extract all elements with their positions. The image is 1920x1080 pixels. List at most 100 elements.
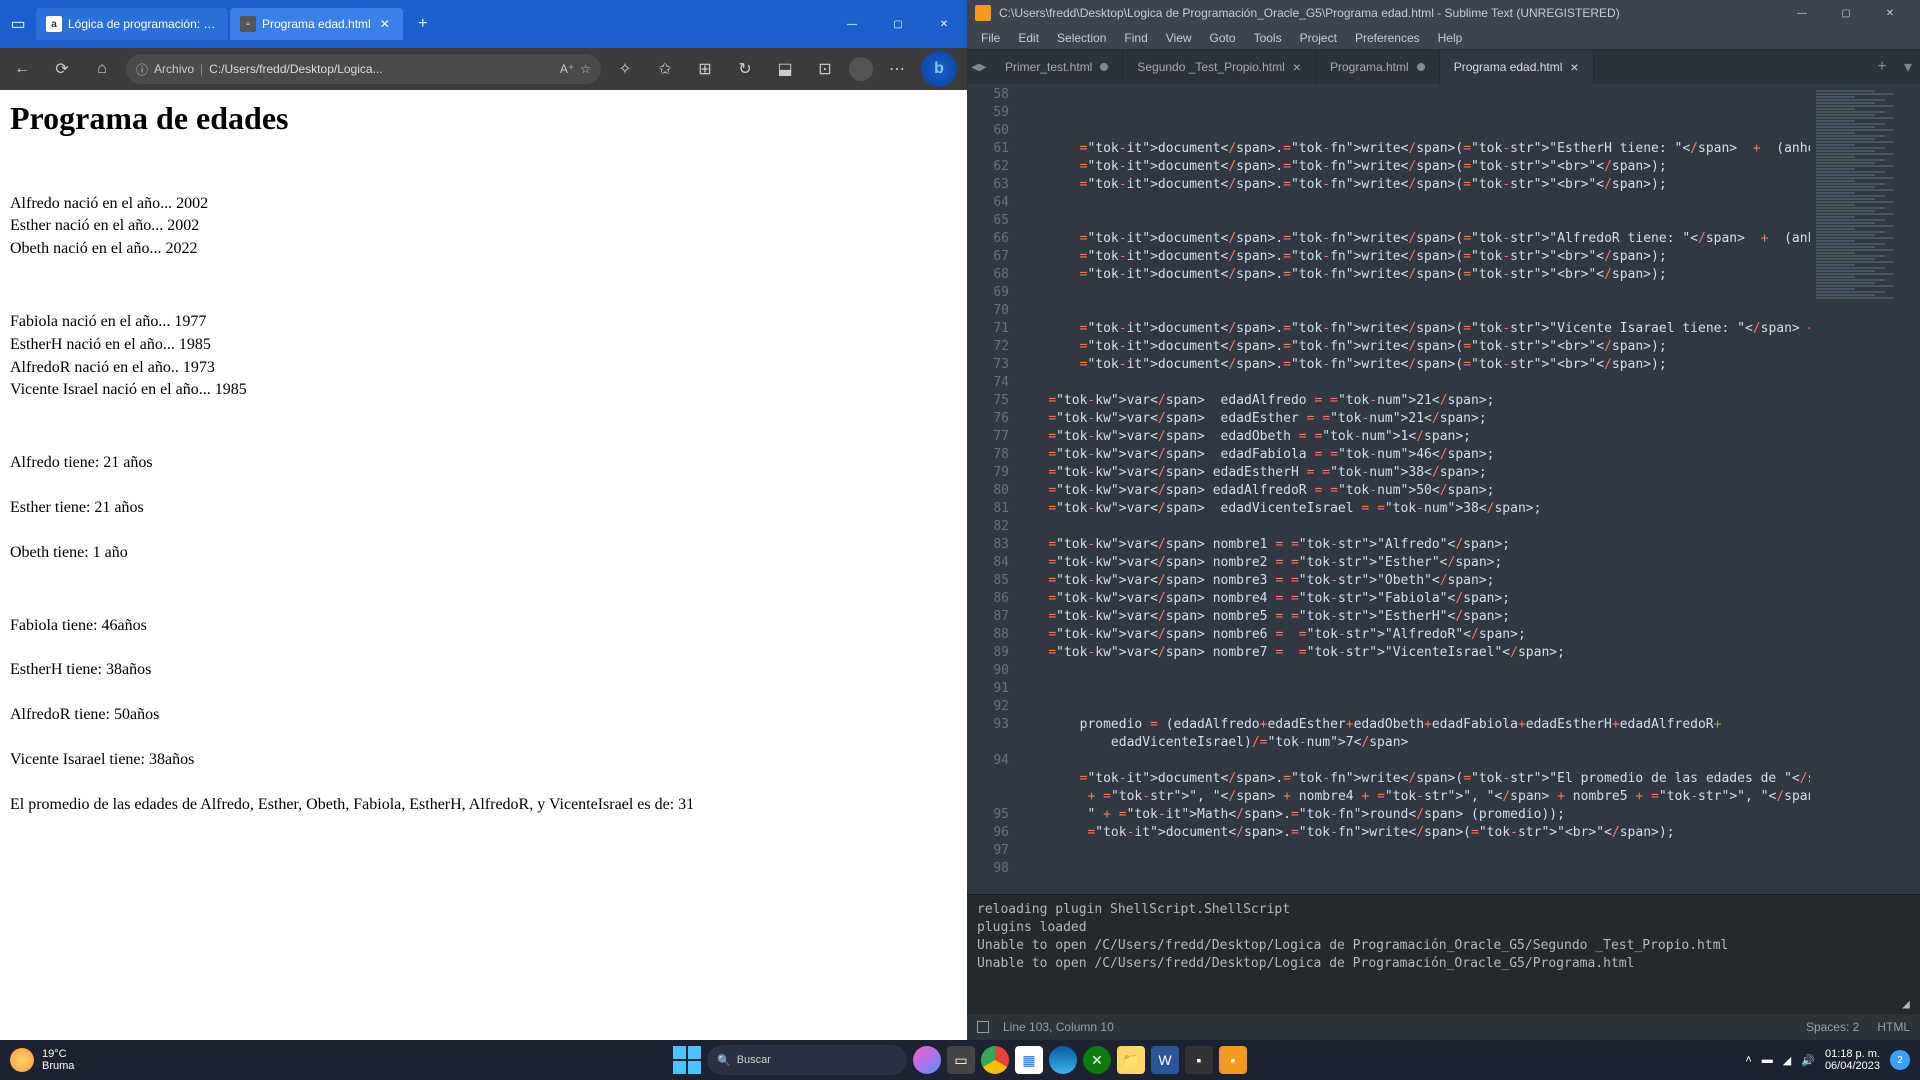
address-bar[interactable]: ⓘ Archivo | C:/Users/fredd/Desktop/Logic… bbox=[126, 54, 601, 84]
tab-label: Lógica de programación: Primer bbox=[68, 17, 218, 31]
read-aloud-icon[interactable]: A⁺ bbox=[560, 62, 574, 76]
tab-label: Programa.html bbox=[1330, 60, 1409, 74]
more-icon[interactable]: ⋯ bbox=[881, 53, 913, 85]
notification-badge[interactable]: 2 bbox=[1890, 1050, 1910, 1070]
sublime-window: C:\Users\fredd\Desktop\Logica de Program… bbox=[967, 0, 1920, 1040]
collections-icon[interactable]: ⊞ bbox=[689, 53, 721, 85]
text-line: EstherH tiene: 38años bbox=[10, 660, 957, 681]
new-tab-button[interactable]: + bbox=[409, 10, 437, 38]
close-icon[interactable]: × bbox=[1570, 59, 1578, 75]
console-line: Unable to open /C/Users/fredd/Desktop/Lo… bbox=[977, 955, 1910, 973]
favorites-icon[interactable]: ✩ bbox=[649, 53, 681, 85]
start-button[interactable] bbox=[673, 1046, 701, 1074]
syntax-status[interactable]: HTML bbox=[1877, 1020, 1910, 1034]
tab-nav-left[interactable]: ◀▶ bbox=[967, 50, 991, 84]
menu-tools[interactable]: Tools bbox=[1246, 29, 1290, 47]
console-line: reloading plugin ShellScript.ShellScript bbox=[977, 901, 1910, 919]
close-icon[interactable]: × bbox=[1293, 59, 1301, 75]
browser-tab-1[interactable]: a Lógica de programación: Primer bbox=[36, 8, 228, 40]
app-icon[interactable]: ▪ bbox=[1185, 1046, 1213, 1074]
line-gutter: 5859606162636465666768697071727374757677… bbox=[967, 84, 1017, 894]
menu-find[interactable]: Find bbox=[1116, 29, 1155, 47]
close-button[interactable]: ✕ bbox=[1868, 1, 1912, 25]
text-line: Obeth nació en el año... 2022 bbox=[10, 239, 957, 260]
minimap[interactable] bbox=[1810, 84, 1920, 894]
weather-widget[interactable]: 19°C Bruma bbox=[10, 1048, 74, 1072]
extensions-icon[interactable]: ✧ bbox=[609, 53, 641, 85]
menu-edit[interactable]: Edit bbox=[1010, 29, 1047, 47]
console-line: plugins loaded bbox=[977, 919, 1910, 937]
file-tab[interactable]: Primer_test.html bbox=[991, 50, 1123, 84]
apps-icon[interactable]: ⊡ bbox=[809, 53, 841, 85]
text-line: Esther nació en el año... 2002 bbox=[10, 216, 957, 237]
system-tray: ˄ ▬ ◢ 🔊 01:18 p. m. 06/04/2023 2 bbox=[1745, 1048, 1910, 1072]
text-line: Vicente Israel nació en el año... 1985 bbox=[10, 380, 957, 401]
menu-bar: File Edit Selection Find View Goto Tools… bbox=[967, 26, 1920, 50]
volume-icon[interactable]: 🔊 bbox=[1801, 1054, 1815, 1067]
maximize-button[interactable]: ▢ bbox=[1824, 1, 1868, 25]
maximize-button[interactable]: ▢ bbox=[875, 8, 921, 40]
new-tab-button[interactable]: + bbox=[1868, 50, 1896, 84]
page-title: Programa de edades bbox=[10, 98, 957, 140]
tab-menu-icon[interactable]: ▾ bbox=[1896, 50, 1920, 84]
close-button[interactable]: ✕ bbox=[921, 8, 967, 40]
text-line: Fabiola nació en el año... 1977 bbox=[10, 312, 957, 333]
edge-toolbar: ← ⟳ ⌂ ⓘ Archivo | C:/Users/fredd/Desktop… bbox=[0, 48, 967, 90]
dirty-indicator-icon bbox=[1100, 63, 1108, 71]
text-line: Vicente Isarael tiene: 38años bbox=[10, 750, 957, 771]
scroll-corner-icon[interactable]: ◢ bbox=[1902, 996, 1916, 1010]
text-line: Fabiola tiene: 46años bbox=[10, 616, 957, 637]
home-button[interactable]: ⌂ bbox=[86, 53, 118, 85]
task-view-icon[interactable]: ▭ bbox=[947, 1046, 975, 1074]
wifi-icon[interactable]: ◢ bbox=[1783, 1054, 1791, 1067]
taskbar: 19°C Bruma 🔍 Buscar ▭ ▦ ✕ 📁 W ▪ ▪ ˄ ▬ ◢ … bbox=[0, 1040, 1920, 1080]
url-text: C:/Users/fredd/Desktop/Logica... bbox=[209, 62, 382, 76]
menu-project[interactable]: Project bbox=[1292, 29, 1345, 47]
addr-label: Archivo bbox=[154, 62, 194, 76]
favorite-icon[interactable]: ☆ bbox=[580, 62, 591, 76]
minimize-button[interactable]: — bbox=[1780, 1, 1824, 25]
explorer-icon[interactable]: 📁 bbox=[1117, 1046, 1145, 1074]
back-button[interactable]: ← bbox=[6, 53, 38, 85]
menu-help[interactable]: Help bbox=[1430, 29, 1471, 47]
xbox-icon[interactable]: ✕ bbox=[1083, 1046, 1111, 1074]
indentation-status[interactable]: Spaces: 2 bbox=[1806, 1020, 1859, 1034]
file-tab[interactable]: Segundo _Test_Propio.html × bbox=[1123, 50, 1316, 84]
battery-icon[interactable]: ▬ bbox=[1762, 1054, 1773, 1066]
profile-icon[interactable] bbox=[849, 57, 873, 81]
window-controls: — ▢ ✕ bbox=[1780, 1, 1912, 25]
file-tab-active[interactable]: Programa edad.html × bbox=[1440, 50, 1594, 84]
chrome-icon[interactable] bbox=[981, 1046, 1009, 1074]
panel-switch-icon[interactable] bbox=[977, 1021, 989, 1033]
favicon-icon: ▫ bbox=[240, 16, 256, 32]
menu-preferences[interactable]: Preferences bbox=[1347, 29, 1428, 47]
refresh-button[interactable]: ⟳ bbox=[46, 53, 78, 85]
menu-file[interactable]: File bbox=[973, 29, 1008, 47]
calendar-icon[interactable]: ▦ bbox=[1015, 1046, 1043, 1074]
menu-view[interactable]: View bbox=[1158, 29, 1200, 47]
window-controls: — ▢ ✕ bbox=[829, 8, 967, 40]
menu-selection[interactable]: Selection bbox=[1049, 29, 1114, 47]
search-box[interactable]: 🔍 Buscar bbox=[707, 1045, 907, 1075]
page-content: Programa de edades Alfredo nació en el a… bbox=[0, 90, 967, 826]
tray-overflow-icon[interactable]: ˄ bbox=[1745, 1054, 1751, 1066]
close-icon[interactable]: ✕ bbox=[377, 16, 393, 32]
word-icon[interactable]: W bbox=[1151, 1046, 1179, 1074]
chat-icon[interactable] bbox=[913, 1046, 941, 1074]
clock[interactable]: 01:18 p. m. 06/04/2023 bbox=[1825, 1048, 1880, 1072]
code-editor[interactable]: ="tok-it">document</span>.="tok-fn">writ… bbox=[1017, 84, 1810, 894]
sublime-taskbar-icon[interactable]: ▪ bbox=[1219, 1046, 1247, 1074]
browser-tab-2[interactable]: ▫ Programa edad.html ✕ bbox=[230, 8, 403, 40]
history-icon[interactable]: ↻ bbox=[729, 53, 761, 85]
edge-icon[interactable] bbox=[1049, 1046, 1077, 1074]
minimize-button[interactable]: — bbox=[829, 8, 875, 40]
downloads-icon[interactable]: ⬓ bbox=[769, 53, 801, 85]
tab-actions-icon[interactable]: ▭ bbox=[4, 10, 32, 38]
cursor-position[interactable]: Line 103, Column 10 bbox=[1003, 1020, 1114, 1034]
menu-goto[interactable]: Goto bbox=[1202, 29, 1244, 47]
bing-button[interactable]: b bbox=[921, 51, 957, 87]
taskbar-center: 🔍 Buscar ▭ ▦ ✕ 📁 W ▪ ▪ bbox=[673, 1045, 1247, 1075]
text-line: El promedio de las edades de Alfredo, Es… bbox=[10, 795, 957, 816]
file-tab[interactable]: Programa.html bbox=[1316, 50, 1440, 84]
console-panel[interactable]: reloading plugin ShellScript.ShellScript… bbox=[967, 894, 1920, 1014]
